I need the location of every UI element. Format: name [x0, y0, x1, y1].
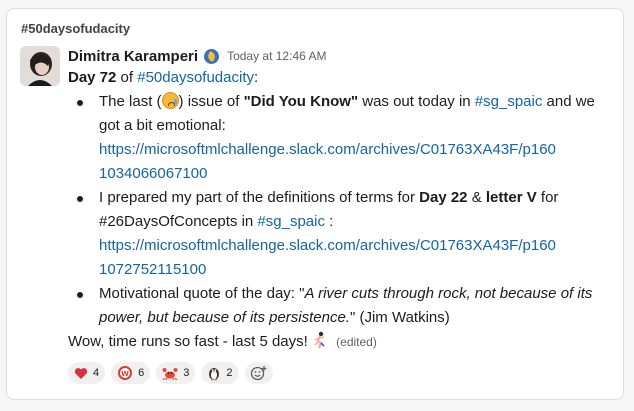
add-reaction-button[interactable] [244, 362, 273, 384]
crying-face-icon [161, 92, 179, 109]
crab-icon [162, 368, 178, 380]
timestamp[interactable]: Today at 12:46 AM [227, 49, 326, 63]
archive-link[interactable]: https://microsoftmlchallenge.slack.com/a… [99, 237, 556, 278]
closing-line: Wow, time runs so fast - last 5 days! (e… [68, 331, 377, 350]
author-name[interactable]: Dimitra Karamperi [68, 48, 198, 65]
bullet-list: The last () issue of "Did You Know" was … [68, 90, 613, 330]
channel-link[interactable]: #sg_spaic [257, 213, 325, 230]
edited-label: (edited) [336, 335, 377, 349]
status-emoji-icon [204, 48, 220, 64]
add-emoji-icon [250, 366, 266, 381]
list-item: Motivational quote of the day: "A river … [68, 282, 613, 330]
heart-icon [74, 367, 88, 379]
reaction-count: 2 [226, 367, 233, 379]
message: Dimitra Karamperi Today at 12:46 AM Day … [68, 46, 613, 384]
bold-text: "Did You Know" [243, 93, 359, 110]
reactions-bar: 4 W 6 3 2 [68, 362, 613, 384]
message-card: #50daysofudacity Dimitra Karamperi Today… [6, 8, 624, 400]
message-intro: Day 72 of #50daysofudacity: [68, 69, 259, 86]
reaction-penguin[interactable]: 2 [201, 362, 239, 384]
avatar[interactable] [20, 46, 60, 86]
reaction-wow[interactable]: W 6 [111, 362, 151, 384]
reaction-count: 6 [138, 367, 145, 379]
channel-name[interactable]: #50daysofudacity [21, 21, 130, 36]
message-header: Dimitra Karamperi Today at 12:46 AM [68, 46, 613, 66]
day-label: Day 72 [68, 69, 117, 86]
channel-link[interactable]: #sg_spaic [475, 93, 543, 110]
archive-link[interactable]: https://microsoftmlchallenge.slack.com/a… [99, 141, 556, 182]
svg-text:W: W [121, 370, 129, 378]
reaction-heart[interactable]: 4 [68, 362, 106, 384]
reaction-count: 3 [183, 367, 190, 379]
running-woman-icon [314, 331, 325, 349]
hashtag-link[interactable]: #50daysofudacity [137, 69, 254, 86]
reaction-count: 4 [93, 367, 100, 379]
list-item: I prepared my part of the definitions of… [68, 186, 613, 282]
reaction-crab[interactable]: 3 [156, 362, 196, 384]
wow-badge-icon: W [118, 366, 133, 380]
penguin-icon [209, 368, 220, 381]
list-item: The last () issue of "Did You Know" was … [68, 90, 613, 186]
